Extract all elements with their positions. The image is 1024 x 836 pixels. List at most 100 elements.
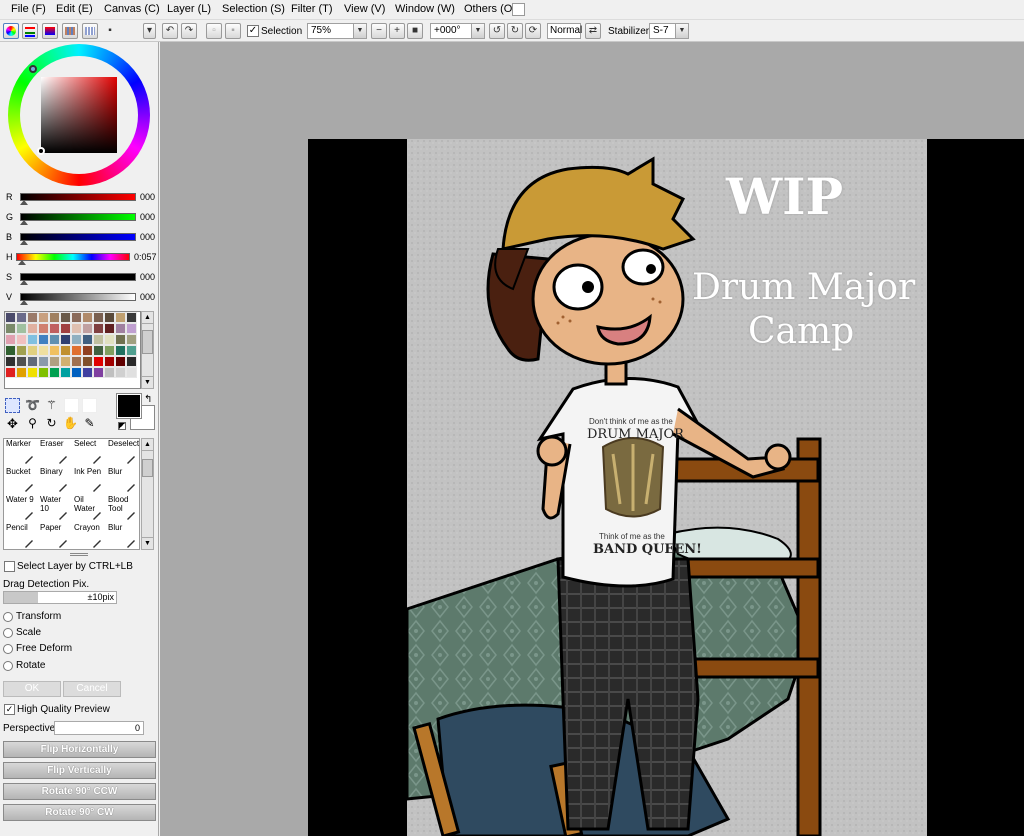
color-swatch[interactable] [38,334,49,345]
color-swatch[interactable] [16,345,27,356]
hand-icon[interactable]: ✋ [63,416,78,431]
color-swatch[interactable] [126,312,137,323]
color-swatch[interactable] [60,356,71,367]
color-swatch[interactable] [82,323,93,334]
flip-view-icon[interactable]: ⇄ [585,23,601,39]
color-swatch[interactable] [126,356,137,367]
color-swatch[interactable] [5,367,16,378]
green-knob-icon[interactable] [20,220,28,225]
color-swatch[interactable] [82,312,93,323]
color-swatch[interactable] [5,356,16,367]
stabilizer-select[interactable]: S-7 ▼ [649,23,689,39]
navigator-icon[interactable]: ▪ [102,23,118,39]
swap-colors-icon[interactable]: ↰ [144,394,152,405]
menu-view[interactable]: View (V) [344,3,385,15]
color-swatch[interactable] [38,312,49,323]
magic-wand-icon[interactable]: ⚚ [44,398,59,413]
hue-track[interactable] [16,253,130,261]
artwork[interactable] [308,139,1024,836]
scale-radio[interactable] [3,628,13,638]
tool-paper[interactable]: Paper [38,523,72,551]
color-swatch[interactable] [27,367,38,378]
undo-icon[interactable]: ↶ [162,23,178,39]
color-swatch[interactable] [60,312,71,323]
color-swatch[interactable] [71,356,82,367]
color-swatch[interactable] [27,356,38,367]
color-swatch[interactable] [115,312,126,323]
blend-mode-select[interactable]: Normal [547,23,582,39]
tool-oil-water[interactable]: Oil Water [72,495,106,523]
color-swatch[interactable] [38,323,49,334]
rotate-canvas-icon[interactable]: ↻ [44,416,59,431]
redo-icon[interactable]: ↷ [181,23,197,39]
deselect-icon[interactable]: ▫ [206,23,222,39]
rotate-cw-button[interactable]: Rotate 90° CW [3,804,156,821]
green-track[interactable] [20,213,136,221]
selection-checkbox[interactable]: ✓ [247,25,259,37]
lasso-icon[interactable]: ➰ [25,398,40,413]
brush-tool-grid[interactable]: Marker Eraser Select Deselect Bucket Binary In… [3,438,140,550]
color-swatch[interactable] [16,323,27,334]
green-slider[interactable]: G 000 [4,212,159,226]
color-swatch[interactable] [115,367,126,378]
color-swatch[interactable] [71,367,82,378]
transform-radio[interactable] [3,612,13,622]
zoom-select[interactable]: 75% ▼ [307,23,367,39]
color-swatch[interactable] [93,367,104,378]
color-swatch[interactable] [60,345,71,356]
high-quality-checkbox[interactable]: ✓ [4,704,15,715]
tool-scroll-thumb[interactable] [142,459,153,477]
menu-window[interactable]: Window (W) [395,3,455,15]
swatch-mode-icon[interactable] [62,23,78,39]
hue-slider[interactable]: H 0:057 [4,252,159,266]
color-swatch[interactable] [71,312,82,323]
select-layer-checkbox[interactable] [4,561,15,572]
color-swatch[interactable] [126,367,137,378]
color-swatch[interactable] [49,334,60,345]
cancel-button[interactable]: Cancel [63,681,121,697]
blue-track[interactable] [20,233,136,241]
flip-horizontally-button[interactable]: Flip Horizontally [3,741,156,758]
color-swatch[interactable] [82,334,93,345]
perspective-input[interactable]: 0 [54,721,144,735]
color-swatch[interactable] [93,312,104,323]
tool-blur[interactable]: Blur [106,467,140,495]
rotate-reset-icon[interactable]: ⟳ [525,23,541,39]
scratchpad-mode-icon[interactable] [82,23,98,39]
blue-slider[interactable]: B 000 [4,232,159,246]
color-swatch[interactable] [60,367,71,378]
color-swatch[interactable] [71,345,82,356]
color-swatch[interactable] [16,334,27,345]
color-swatch[interactable] [38,345,49,356]
color-swatch[interactable] [104,334,115,345]
blue-knob-icon[interactable] [20,240,28,245]
tool-crayon[interactable]: Crayon [72,523,106,551]
color-swatch[interactable] [27,345,38,356]
color-swatch[interactable] [93,356,104,367]
color-swatch[interactable] [16,312,27,323]
scroll-down-icon[interactable]: ▼ [142,537,153,549]
tool-marker[interactable]: Marker [4,439,38,467]
color-swatch[interactable] [49,367,60,378]
scroll-down-icon[interactable]: ▼ [142,376,153,388]
color-swatch[interactable] [115,323,126,334]
color-swatch[interactable] [82,356,93,367]
value-slider[interactable]: V 000 [4,292,159,306]
tool-water-10[interactable]: Water 10 [38,495,72,523]
color-swatch[interactable] [38,367,49,378]
reset-colors-icon[interactable] [118,422,126,430]
tool-blood-tool[interactable]: Blood Tool [106,495,140,523]
zoom-icon[interactable]: ⚲ [25,416,40,431]
color-swatch[interactable] [49,356,60,367]
color-swatch[interactable] [49,323,60,334]
saturation-value-square[interactable] [41,77,117,153]
color-swatch[interactable] [60,334,71,345]
zoom-out-icon[interactable]: − [371,23,387,39]
color-swatch[interactable] [126,334,137,345]
value-knob-icon[interactable] [20,300,28,305]
flip-vertically-button[interactable]: Flip Vertically [3,762,156,779]
rgb-slider-mode-icon[interactable] [22,23,38,39]
canvas-area[interactable]: WIP Drum Major Camp Don't think of me as… [160,42,1024,836]
color-swatch[interactable] [5,323,16,334]
color-swatch[interactable] [93,334,104,345]
